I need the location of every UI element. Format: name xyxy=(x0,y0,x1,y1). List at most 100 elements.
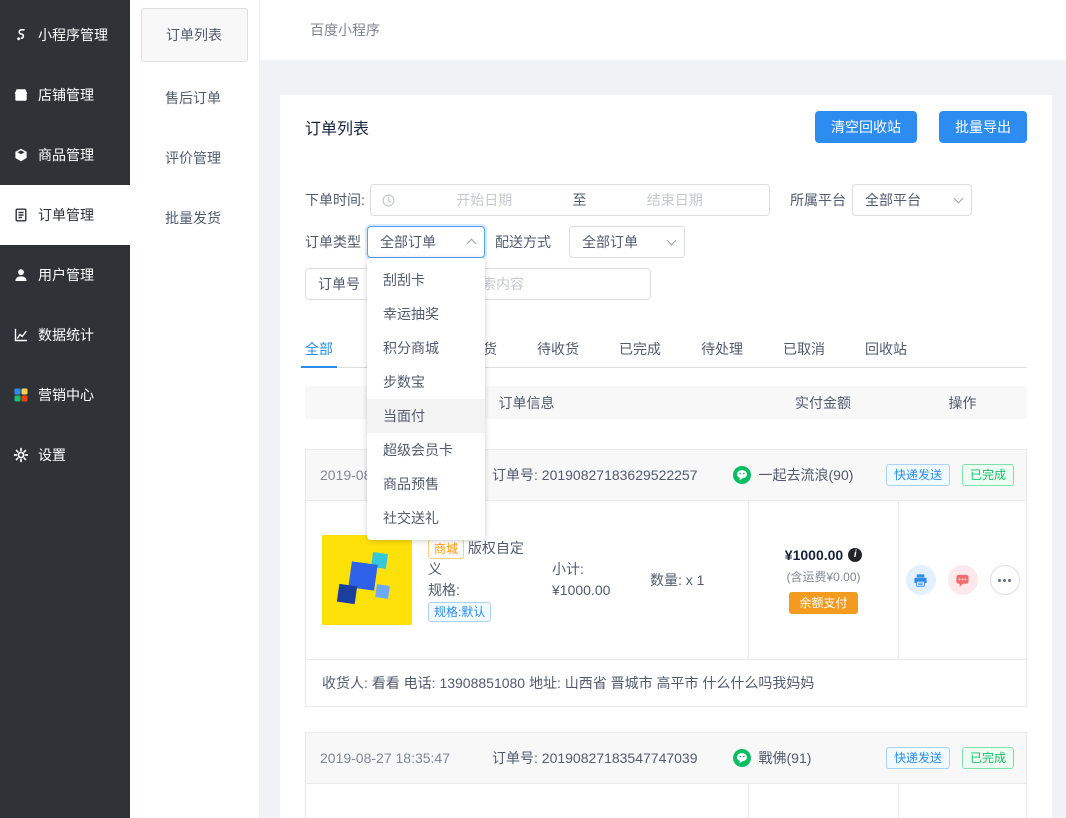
date-range-input[interactable]: 开始日期 至 结束日期 xyxy=(370,184,770,216)
sidebar-item-label: 营销中心 xyxy=(38,385,94,405)
spec-label: 规格: xyxy=(428,580,536,601)
sidebar-item-label: 商品管理 xyxy=(38,145,94,165)
submenu-item-aftersale[interactable]: 售后订单 xyxy=(130,68,259,128)
order-number: 订单号: 20190827183547747039 xyxy=(492,748,698,768)
filter-row-time: 下单时间: 开始日期 至 结束日期 所属平台 全部平台 xyxy=(305,184,1027,216)
goods-icon xyxy=(13,147,29,163)
buyer: 一起去流浪(90) xyxy=(733,465,854,485)
sidebar-item-label: 小程序管理 xyxy=(38,25,108,45)
tab-recycle[interactable]: 回收站 xyxy=(865,332,907,367)
dropdown-item[interactable]: 社交送礼 xyxy=(367,501,485,535)
order-datetime: 2019-08-27 18:35:47 xyxy=(320,750,492,766)
dropdown-item-highlighted[interactable]: 当面付 xyxy=(367,399,485,433)
buyer: 戰佛(91) xyxy=(733,748,812,768)
platform-label: 所属平台 xyxy=(790,190,846,210)
subtotal: 小计: ¥1000.00 xyxy=(552,559,634,601)
col-actions: 操作 xyxy=(898,393,1027,413)
dropdown-item[interactable]: 步数宝 xyxy=(367,365,485,399)
sidebar-item-marketing[interactable]: 营销中心 xyxy=(0,365,130,425)
date-end-placeholder: 结束日期 xyxy=(591,190,760,210)
chevron-down-icon xyxy=(954,194,964,204)
wechat-icon xyxy=(733,749,751,767)
sidebar-item-label: 用户管理 xyxy=(38,265,94,285)
platform-select[interactable]: 全部平台 xyxy=(852,184,972,216)
order-number-label: 订单号: xyxy=(492,750,538,766)
print-button[interactable] xyxy=(906,565,936,595)
panel-header: 订单列表 清空回收站 批量导出 xyxy=(305,95,1027,143)
payment-method-tag: 余额支付 xyxy=(789,592,857,614)
order-body: 商城 版权自定义 xyxy=(306,784,1026,818)
more-actions-button[interactable] xyxy=(990,565,1020,595)
quantity: 数量: x 1 xyxy=(650,570,704,590)
submenu-item-reviews[interactable]: 评价管理 xyxy=(130,128,259,188)
order-number-value: 20190827183547747039 xyxy=(542,750,698,766)
secondary-sidebar: 订单列表 售后订单 评价管理 批量发货 xyxy=(130,0,260,818)
sidebar-item-label: 店铺管理 xyxy=(38,85,94,105)
sidebar-item-goods[interactable]: 商品管理 xyxy=(0,125,130,185)
sidebar-item-miniapp[interactable]: 小程序管理 xyxy=(0,5,130,65)
spec-tag: 规格:默认 xyxy=(428,602,491,622)
content-area: 订单列表 清空回收站 批量导出 下单时间: xyxy=(260,60,1066,818)
app-root: 小程序管理 店铺管理 商品管理 xyxy=(0,0,1066,818)
shipping-address: 收货人: 看看 电话: 13908851080 地址: 山西省 晋城市 高平市 … xyxy=(306,659,1026,706)
clock-icon xyxy=(381,193,396,208)
order-product-cell: 商城 版权自定义 xyxy=(306,784,749,818)
top-header: 百度小程序 xyxy=(260,0,1066,60)
buyer-name: 戰佛(91) xyxy=(759,748,812,768)
sidebar-item-orders[interactable]: 订单管理 xyxy=(0,185,130,245)
breadcrumb[interactable]: 百度小程序 xyxy=(310,20,380,40)
primary-sidebar: 小程序管理 店铺管理 商品管理 xyxy=(0,0,130,818)
settings-icon xyxy=(13,447,29,463)
order-actions-cell xyxy=(899,501,1026,659)
delivery-tag: 快递发送 xyxy=(886,747,950,769)
page-title: 订单列表 xyxy=(305,115,369,139)
user-icon xyxy=(13,267,29,283)
sidebar-item-users[interactable]: 用户管理 xyxy=(0,245,130,305)
product-info: 商城 版权自定义 规格: 规格:默认 xyxy=(428,538,536,622)
order-actions-cell xyxy=(899,784,1026,818)
dropdown-item[interactable]: 商品预售 xyxy=(367,467,485,501)
dropdown-item[interactable]: 幸运抽奖 xyxy=(367,297,485,331)
sidebar-item-stats[interactable]: 数据统计 xyxy=(0,305,130,365)
delivery-select[interactable]: 全部订单 xyxy=(569,226,685,258)
sidebar-item-label: 数据统计 xyxy=(38,325,94,345)
order-amount-cell: ¥1000.00 i (含运费¥0.00) 余额支付 xyxy=(749,501,899,659)
miniapp-icon xyxy=(13,27,29,43)
filter-row-type: 订单类型 全部订单 配送方式 全部订单 xyxy=(305,226,1027,258)
batch-export-button[interactable]: 批量导出 xyxy=(939,111,1027,143)
tab-all[interactable]: 全部 xyxy=(305,332,333,367)
delivery-tag: 快递发送 xyxy=(886,464,950,486)
info-icon[interactable]: i xyxy=(848,548,862,562)
tab-shipped[interactable]: 待收货 xyxy=(537,332,579,367)
wechat-icon xyxy=(733,466,751,484)
delivery-select-value: 全部订单 xyxy=(582,232,638,252)
chevron-up-icon xyxy=(467,239,477,249)
search-input[interactable] xyxy=(456,269,650,299)
subtotal-value: ¥1000.00 xyxy=(552,580,634,601)
dropdown-item[interactable]: 超级会员卡 xyxy=(367,433,485,467)
paid-amount-value: ¥1000.00 xyxy=(785,547,843,563)
submenu-item-batch-ship[interactable]: 批量发货 xyxy=(130,188,259,248)
delivery-label: 配送方式 xyxy=(495,232,551,252)
order-number: 订单号: 20190827183629522257 xyxy=(492,465,698,485)
tab-completed[interactable]: 已完成 xyxy=(619,332,661,367)
order-time-label: 下单时间: xyxy=(305,190,370,210)
order-number-value: 20190827183629522257 xyxy=(542,467,698,483)
dropdown-item[interactable]: 刮刮卡 xyxy=(367,263,485,297)
order-type-label: 订单类型 xyxy=(305,232,361,252)
tab-cancelled[interactable]: 已取消 xyxy=(783,332,825,367)
dropdown-item[interactable]: 积分商城 xyxy=(367,331,485,365)
tab-pending[interactable]: 待处理 xyxy=(701,332,743,367)
clear-recycle-button[interactable]: 清空回收站 xyxy=(815,111,917,143)
order-tags: 快递发送 已完成 xyxy=(886,464,1014,486)
header-buttons: 清空回收站 批量导出 xyxy=(815,111,1027,143)
order-icon xyxy=(13,207,29,223)
platform-select-value: 全部平台 xyxy=(865,190,921,210)
sidebar-item-shop[interactable]: 店铺管理 xyxy=(0,65,130,125)
order-header: 2019-08-27 18:35:47 订单号: 201908271835477… xyxy=(306,733,1026,784)
order-type-select[interactable]: 全部订单 xyxy=(367,226,485,258)
message-button[interactable] xyxy=(948,565,978,595)
submenu-item-order-list[interactable]: 订单列表 xyxy=(141,8,248,62)
freight-note: (含运费¥0.00) xyxy=(786,568,860,585)
sidebar-item-settings[interactable]: 设置 xyxy=(0,425,130,485)
